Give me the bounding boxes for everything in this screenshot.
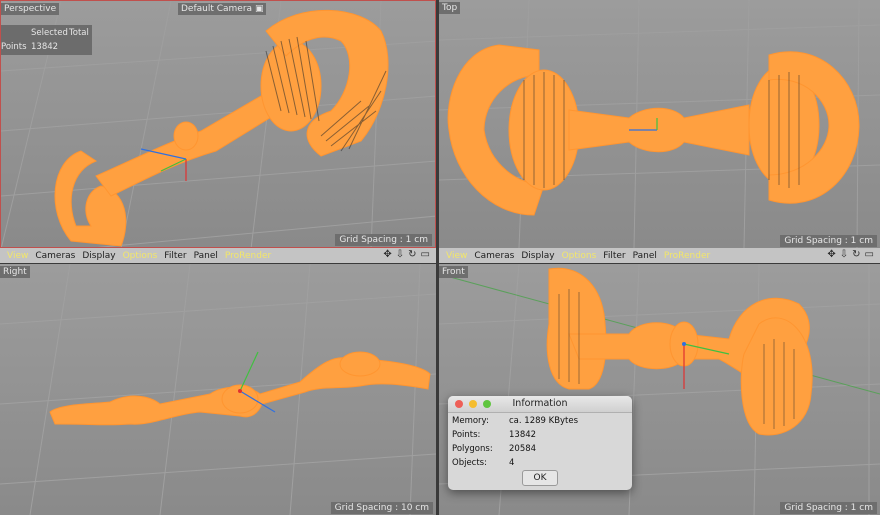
camera-icon: ▣ [254,4,264,14]
menu-view[interactable]: View [446,251,467,261]
viewport-label-front[interactable]: Front [439,266,468,278]
stats-row-label: Points [1,42,27,52]
menu-filter[interactable]: Filter [164,251,186,261]
maximize-icon[interactable]: ▭ [421,249,430,260]
viewport-menubar-left: View Cameras Display Options Filter Pane… [0,248,436,263]
maximize-icon[interactable]: ▭ [865,249,874,260]
right-scene [0,264,436,515]
info-label: Memory: [452,416,489,426]
nav-icons-right: ✥ ⇩ ↻ ▭ [827,249,874,260]
viewport-perspective[interactable]: Perspective Default Camera ▣ Selected To… [0,0,436,248]
menu-display[interactable]: Display [82,251,115,261]
menu-filter[interactable]: Filter [603,251,625,261]
info-label: Objects: [452,458,487,468]
dialog-title: Information [512,398,568,409]
zoom-icon[interactable] [483,400,491,408]
viewport-label-perspective[interactable]: Perspective [1,3,60,15]
stats-row-value: 13842 [31,42,59,52]
rotate-icon[interactable]: ↻ [852,249,860,260]
viewport-menubar-right: View Cameras Display Options Filter Pane… [439,248,880,263]
menu-cameras[interactable]: Cameras [35,251,75,261]
info-label: Polygons: [452,444,493,454]
camera-label[interactable]: Default Camera ▣ [178,3,267,15]
menu-display[interactable]: Display [521,251,554,261]
dolly-icon[interactable]: ⇩ [840,249,848,260]
move-icon[interactable]: ✥ [383,249,391,260]
info-value: ca. 1289 KBytes [509,416,579,426]
bit-object-perspective[interactable] [54,9,389,247]
grid-spacing-front: Grid Spacing : 1 cm [780,502,877,514]
information-dialog: Information Memory: ca. 1289 KBytes Poin… [448,396,632,490]
info-label: Points: [452,430,481,440]
menu-options[interactable]: Options [562,251,597,261]
bit-object-right[interactable] [49,351,431,426]
menu-view[interactable]: View [7,251,28,261]
viewport-top[interactable]: Top Grid Spacing : 1 cm [439,0,880,248]
close-icon[interactable] [455,400,463,408]
menu-panel[interactable]: Panel [633,251,657,261]
info-value: 13842 [509,430,537,440]
menu-cameras[interactable]: Cameras [474,251,514,261]
stats-header-total: Total [69,28,89,38]
minimize-icon[interactable] [469,400,477,408]
dolly-icon[interactable]: ⇩ [396,249,404,260]
grid-spacing-top: Grid Spacing : 1 cm [780,235,877,247]
menu-panel[interactable]: Panel [194,251,218,261]
nav-icons-left: ✥ ⇩ ↻ ▭ [383,249,430,260]
top-scene [439,0,880,248]
stats-header-selected: Selected [31,28,68,38]
camera-name: Default Camera [181,4,253,14]
menu-prorender[interactable]: ProRender [664,251,710,261]
ok-button[interactable]: OK [522,470,558,486]
info-value: 4 [509,458,515,468]
move-icon[interactable]: ✥ [827,249,835,260]
grid-spacing-right: Grid Spacing : 10 cm [330,502,433,514]
menu-prorender[interactable]: ProRender [225,251,271,261]
dialog-titlebar[interactable]: Information [448,396,632,413]
stats-overlay: Selected Total Points 13842 [1,25,92,55]
viewport-label-right[interactable]: Right [0,266,30,278]
rotate-icon[interactable]: ↻ [408,249,416,260]
menu-options[interactable]: Options [123,251,158,261]
info-value: 20584 [509,444,537,454]
viewport-right[interactable]: Right Grid Spacing : 10 cm [0,264,436,515]
viewport-label-top[interactable]: Top [439,2,461,14]
grid-spacing-perspective: Grid Spacing : 1 cm [335,234,432,246]
